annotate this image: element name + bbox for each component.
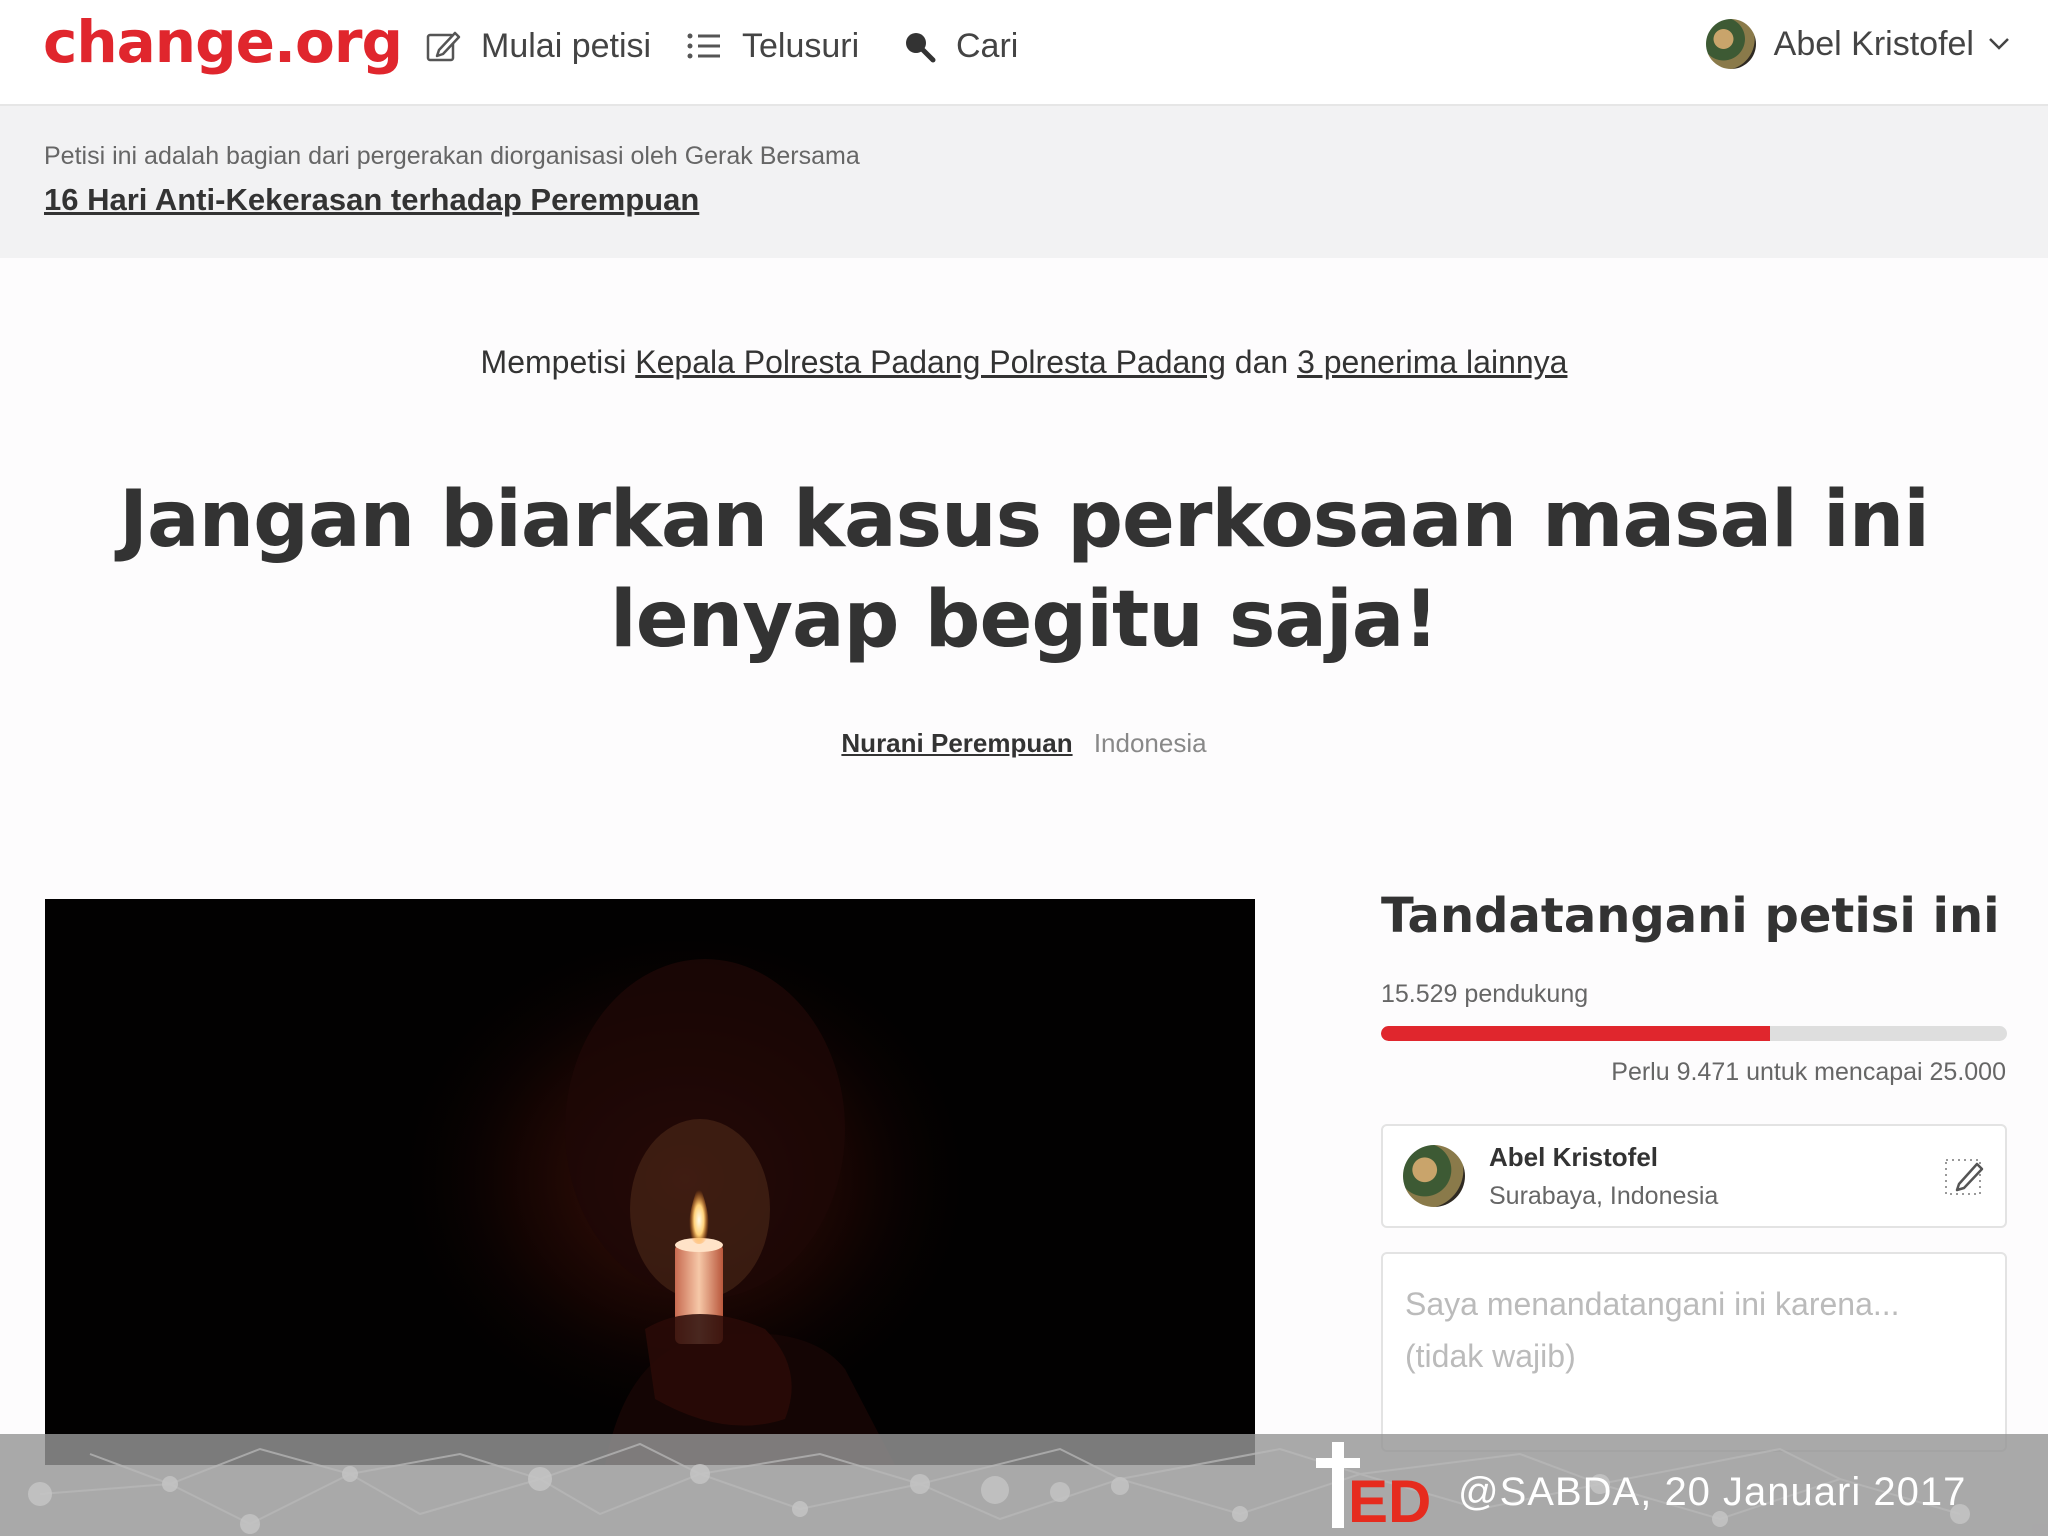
list-icon	[687, 33, 720, 59]
search-icon	[906, 33, 936, 63]
progress-fill	[1381, 1026, 1770, 1041]
petition-author: Nurani Perempuan Indonesia	[0, 728, 2048, 759]
petition-target: Mempetisi Kepala Polresta Padang Polrest…	[0, 344, 2048, 381]
petition-image	[45, 899, 1255, 1465]
author-location: Indonesia	[1093, 728, 1207, 758]
signer-name: Abel Kristofel	[1489, 1142, 1659, 1172]
avatar	[1403, 1145, 1465, 1207]
edit-icon	[426, 31, 461, 62]
target-joiner: dan	[1234, 344, 1289, 380]
author-name-link[interactable]: Nurani Perempuan	[841, 728, 1072, 758]
watermark-text: @SABDA, 20 Januari 2017	[1458, 1470, 1967, 1514]
browse-label: Telusuri	[742, 26, 860, 65]
signer-location: Surabaya, Indonesia	[1489, 1182, 1719, 1210]
search-label: Cari	[956, 26, 1019, 65]
target-others-link[interactable]: 3 penerima lainnya	[1297, 344, 1567, 380]
petition-title: Jangan biarkan kasus perkosaan masal ini…	[118, 475, 1930, 665]
change-org-logo[interactable]: change.org	[43, 8, 403, 76]
browse-link[interactable]: Telusuri	[686, 24, 859, 68]
chevron-down-icon	[1989, 38, 2009, 50]
movement-note: Petisi ini adalah bagian dari pergerakan…	[44, 142, 860, 170]
start-petition-link[interactable]: Mulai petisi	[425, 24, 651, 68]
signer-card: Abel Kristofel Surabaya, Indonesia	[1381, 1124, 2007, 1228]
avatar	[1705, 19, 1756, 69]
svg-text:ED: ED	[1348, 1468, 1431, 1530]
user-menu[interactable]: Abel Kristofel	[1705, 16, 2010, 72]
start-petition-label: Mulai petisi	[481, 26, 652, 65]
user-name: Abel Kristofel	[1773, 24, 1974, 63]
candle-image	[45, 899, 1255, 1465]
movement-title-link[interactable]: 16 Hari Anti-Kekerasan terhadap Perempua…	[44, 182, 699, 218]
sign-title: Tandatangani petisi ini	[1381, 888, 2000, 944]
search-link[interactable]: Cari	[902, 24, 1018, 68]
page: change.org Mulai petisi Telusuri Cari Ab…	[0, 0, 2048, 1536]
movement-banner: Petisi ini adalah bagian dari pergerakan…	[0, 106, 2048, 258]
goal-note: Perlu 9.471 untuk mencapai 25.000	[1611, 1058, 2006, 1086]
top-nav: change.org Mulai petisi Telusuri Cari Ab…	[0, 0, 2048, 106]
supporter-count: 15.529 pendukung	[1381, 980, 1589, 1008]
reason-textarea[interactable]	[1381, 1252, 2007, 1452]
ted-logo: ED	[1316, 1442, 1431, 1530]
target-name-link[interactable]: Kepala Polresta Padang Polresta Padang	[635, 344, 1226, 380]
target-prefix: Mempetisi	[480, 344, 627, 380]
edit-icon[interactable]	[1943, 1154, 1987, 1198]
progress-bar	[1381, 1026, 2007, 1041]
